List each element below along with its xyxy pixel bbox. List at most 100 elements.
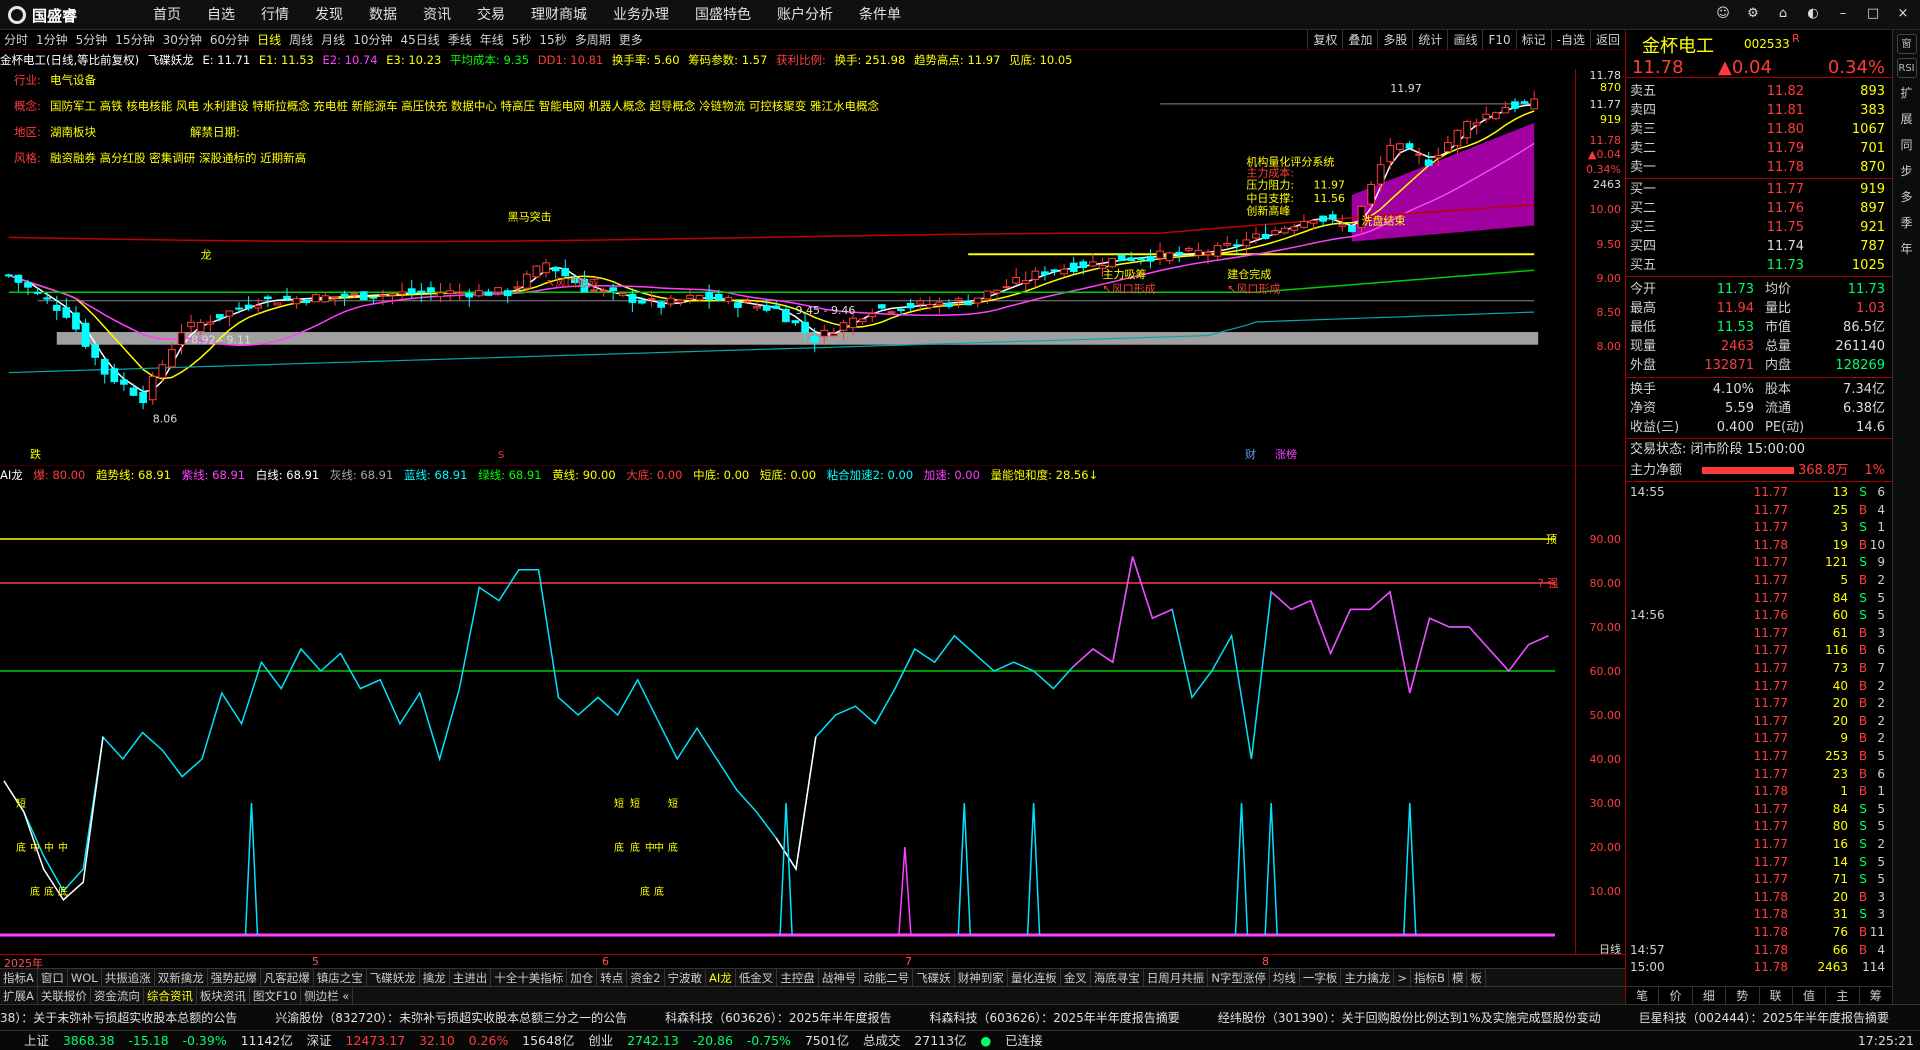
period-tab[interactable]: 年线 <box>476 30 508 50</box>
indicator-tab[interactable]: 海底寻宝 <box>1091 969 1144 986</box>
chat-icon[interactable]: ☺ <box>1712 4 1734 26</box>
indicator-name[interactable]: 飞碟妖龙 <box>148 53 194 67</box>
period-tab[interactable]: 60分钟 <box>206 30 253 50</box>
indicator-tab[interactable]: 飞碟妖 <box>913 969 955 986</box>
news-item[interactable]: 经纬股份（301390）：关于回购股份比例达到1%及实施完成暨股份变动 <box>1218 1011 1601 1025</box>
extension-tab[interactable]: 关联报价 <box>38 987 91 1004</box>
indicator-tab[interactable]: 战神号 <box>819 969 861 986</box>
sidebar-button[interactable]: 季 <box>1897 212 1917 234</box>
menu-item[interactable]: 账户分析 <box>764 0 846 30</box>
indicator-tab[interactable]: 加仓 <box>567 969 598 986</box>
indicator-tab[interactable]: 主控盘 <box>777 969 819 986</box>
ai-dragon-indicator-chart[interactable]: 顶? 强短底中中中底底底短短短底底中中底底底 <box>0 483 1575 953</box>
sidebar-button[interactable]: 步 <box>1897 160 1917 182</box>
menu-item[interactable]: 理财商城 <box>518 0 600 30</box>
quote-tab[interactable]: 主 <box>1826 987 1860 1004</box>
menu-item[interactable]: 发现 <box>302 0 356 30</box>
indicator-tab[interactable]: N字型涨停 <box>1208 969 1270 986</box>
period-tab[interactable]: 10分钟 <box>349 30 396 50</box>
period-tab[interactable]: 多周期 <box>571 30 615 50</box>
indicator-tab[interactable]: 板 <box>1467 969 1486 986</box>
indicator-tab[interactable]: 双新擒龙 <box>155 969 208 986</box>
extension-tab[interactable]: 综合资讯 <box>144 987 197 1004</box>
indicator-tab[interactable]: 均线 <box>1270 969 1300 986</box>
indicator-tab[interactable]: 模 <box>1449 969 1468 986</box>
indicator-tab[interactable]: 宁波敢 <box>665 969 707 986</box>
period-tab[interactable]: 15秒 <box>535 30 570 50</box>
indicator-tab[interactable]: 窗口 <box>38 969 68 986</box>
ask-row[interactable]: 卖一 11.78 870 <box>1626 158 1893 177</box>
indicator-tab[interactable]: 低金叉 <box>736 969 778 986</box>
menu-item[interactable]: 自选 <box>194 0 248 30</box>
menu-item[interactable]: 资讯 <box>410 0 464 30</box>
chart-tool[interactable]: 统计 <box>1412 30 1447 50</box>
indicator-tab[interactable]: 量化连板 <box>1008 969 1061 986</box>
menu-item[interactable]: 条件单 <box>846 0 914 30</box>
period-tab[interactable]: 30分钟 <box>159 30 206 50</box>
close-icon[interactable]: × <box>1892 4 1914 26</box>
extension-tab[interactable]: 图文F10 <box>250 987 302 1004</box>
indicator-tab[interactable]: 飞碟妖龙 <box>367 969 420 986</box>
period-tab[interactable]: 15分钟 <box>111 30 158 50</box>
period-tab[interactable]: 更多 <box>615 30 647 50</box>
sidebar-button[interactable]: RSI <box>1896 58 1917 78</box>
menu-item[interactable]: 数据 <box>356 0 410 30</box>
chart-tool[interactable]: F10 <box>1482 30 1515 50</box>
app-logo[interactable]: 国盛睿 <box>8 5 77 25</box>
menu-item[interactable]: 业务办理 <box>600 0 682 30</box>
ask-row[interactable]: 卖二 11.79 701 <box>1626 139 1893 158</box>
chart-tool[interactable]: 画线 <box>1447 30 1482 50</box>
period-tab[interactable]: 月线 <box>317 30 349 50</box>
period-tab[interactable]: 分时 <box>0 30 32 50</box>
menu-item[interactable]: 行情 <box>248 0 302 30</box>
main-kline-chart[interactable]: 8.06 8.92 - 9.11 9.45 - 9.46 11.97 龙 黑马突击 ↖风口形… <box>0 69 1575 464</box>
period-tab[interactable]: 5秒 <box>508 30 536 50</box>
bid-row[interactable]: 买二 11.76 897 <box>1626 199 1893 218</box>
extension-tab[interactable]: 资金流向 <box>91 987 144 1004</box>
indicator-tab[interactable]: 金叉 <box>1061 969 1091 986</box>
indicator-tab[interactable]: 镇店之宝 <box>314 969 367 986</box>
extension-tab[interactable]: 侧边栏 « <box>301 987 354 1004</box>
period-tab[interactable]: 日线 <box>253 30 285 50</box>
indicator-tab[interactable]: AI龙 <box>706 969 736 986</box>
quote-tab[interactable]: 价 <box>1659 987 1693 1004</box>
period-tab[interactable]: 5分钟 <box>72 30 112 50</box>
indicator-tab[interactable]: 十全十美指标 <box>491 969 568 986</box>
quote-tab[interactable]: 势 <box>1726 987 1760 1004</box>
indicator-tab[interactable]: 日周月共振 <box>1144 969 1209 986</box>
menu-item[interactable]: 首页 <box>140 0 194 30</box>
indicator-tab[interactable]: WOL <box>68 969 102 986</box>
chart-tool[interactable]: 复权 <box>1307 30 1342 50</box>
indicator-tab[interactable]: 共振追涨 <box>102 969 155 986</box>
indicator-tab[interactable]: 动能二号 <box>860 969 914 986</box>
indicator-tab[interactable]: 指标B <box>1411 969 1449 986</box>
news-item[interactable]: 兴渝股份（832720）：未弥补亏损超实收股本总额三分之一的公告 <box>275 1011 627 1025</box>
chart-tool[interactable]: 返回 <box>1589 30 1625 50</box>
sub-indicator-name[interactable]: AI龙 <box>0 468 23 482</box>
quote-tab[interactable]: 联 <box>1760 987 1793 1004</box>
extension-tab[interactable]: 板块资讯 <box>197 987 250 1004</box>
sh-label[interactable]: 上证 <box>24 1033 49 1048</box>
indicator-tab[interactable]: 主力擒龙 <box>1341 969 1395 986</box>
indicator-tab[interactable]: 资金2 <box>627 969 665 986</box>
skin-icon[interactable]: ◐ <box>1802 4 1824 26</box>
quote-tab[interactable]: 细 <box>1693 987 1727 1004</box>
menu-item[interactable]: 国盛特色 <box>682 0 764 30</box>
news-item[interactable]: 巨星科技（002444）：2025年半年度报告摘要 <box>1639 1011 1889 1025</box>
chart-tool[interactable]: -自选 <box>1550 30 1590 50</box>
sidebar-button[interactable]: 窗 <box>1896 34 1917 54</box>
ask-row[interactable]: 卖三 11.80 1067 <box>1626 120 1893 139</box>
indicator-tab[interactable]: 凡客起爆 <box>261 969 314 986</box>
sidebar-button[interactable]: 展 <box>1897 108 1917 130</box>
ask-row[interactable]: 卖五 11.82 893 <box>1626 82 1893 101</box>
indicator-tab[interactable]: 一字板 <box>1300 969 1342 986</box>
quote-tab[interactable]: 筹 <box>1860 987 1893 1004</box>
news-item[interactable]: 38）：关于未弥补亏损超实收股本总额的公告 <box>0 1011 237 1025</box>
extension-tab[interactable]: 扩展A <box>0 987 38 1004</box>
news-item[interactable]: 科森科技（603626）：2025年半年度报告 <box>665 1011 891 1025</box>
indicator-tab[interactable]: 擒龙 <box>420 969 450 986</box>
period-tab[interactable]: 周线 <box>285 30 317 50</box>
news-item[interactable]: 科森科技（603626）：2025年半年度报告摘要 <box>929 1011 1179 1025</box>
indicator-tab[interactable]: 转点 <box>597 969 628 986</box>
bid-row[interactable]: 买一 11.77 919 <box>1626 180 1893 199</box>
